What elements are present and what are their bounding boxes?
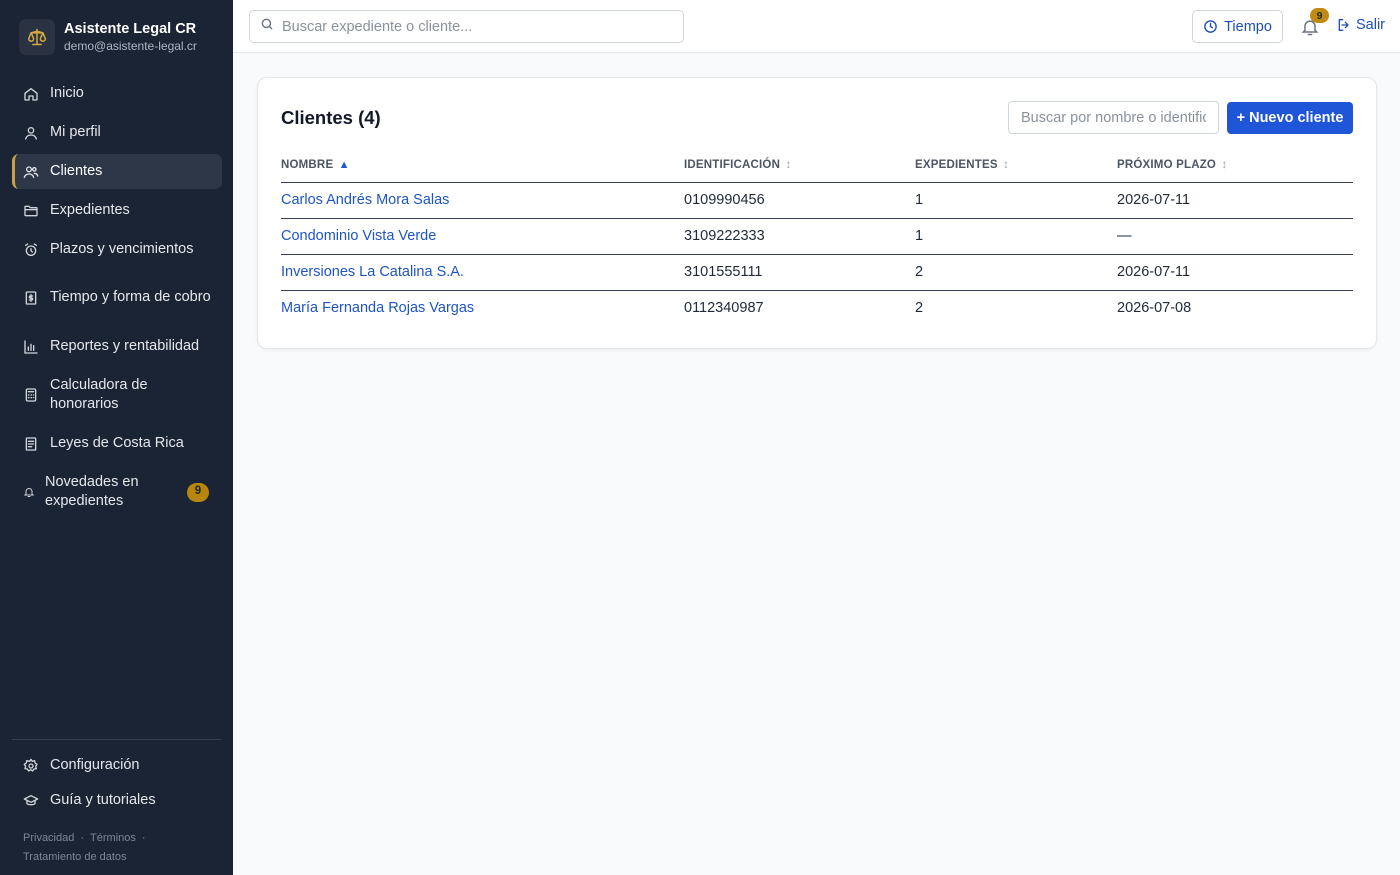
sidebar-item-label: Reportes y rentabilidad <box>50 337 200 354</box>
search-icon <box>260 17 274 36</box>
table-row: Inversiones La Catalina S.A. 3101555111 … <box>281 254 1353 291</box>
topbar: Tiempo 9 Salir <box>233 0 1400 53</box>
client-cases: 2 <box>915 254 1117 291</box>
sidebar-item-label: Novedades en expedientes <box>45 473 139 510</box>
scales-icon <box>19 19 55 55</box>
global-search[interactable] <box>249 10 684 43</box>
sidebar-item-label: Plazos y vencimientos <box>50 240 194 257</box>
home-icon <box>23 86 39 102</box>
gear-icon <box>23 758 39 774</box>
column-header-proximo-plazo[interactable]: PRÓXIMO PLAZO ↕ <box>1117 149 1353 183</box>
client-name-link[interactable]: Inversiones La Catalina S.A. <box>281 254 684 291</box>
table-row: Condominio Vista Verde 3109222333 1 — <box>281 218 1353 255</box>
sidebar-bottom-nav: Configuración Guía y tutoriales <box>12 748 222 818</box>
client-name-link[interactable]: María Fernanda Rojas Vargas <box>281 290 684 326</box>
sidebar-item-mi-perfil[interactable]: Mi perfil <box>12 115 222 150</box>
data-treatment-link[interactable]: Tratamiento de datos <box>23 851 127 863</box>
notification-badge: 9 <box>187 482 209 502</box>
sidebar-nav: Inicio Mi perfil Clientes Expedientes Pl… <box>12 76 222 523</box>
sidebar-item-label: Leyes de Costa Rica <box>50 434 184 451</box>
sidebar-item-novedades[interactable]: Novedades en expedientes 9 <box>12 465 222 519</box>
client-deadline: — <box>1117 218 1353 255</box>
client-id: 0109990456 <box>684 182 915 219</box>
sidebar-item-reportes[interactable]: Reportes y rentabilidad <box>12 329 222 364</box>
calculator-icon <box>23 387 39 403</box>
sort-icon: ↕ <box>782 159 792 172</box>
receipt-icon <box>23 290 39 306</box>
client-cases: 1 <box>915 218 1117 255</box>
client-deadline: 2026-07-11 <box>1117 182 1353 219</box>
alarm-clock-icon <box>23 242 39 258</box>
sidebar-item-leyes[interactable]: Leyes de Costa Rica <box>12 426 222 461</box>
table-row: María Fernanda Rojas Vargas 0112340987 2… <box>281 290 1353 326</box>
client-id: 3109222333 <box>684 218 915 255</box>
client-deadline: 2026-07-11 <box>1117 254 1353 291</box>
client-cases: 2 <box>915 300 924 317</box>
client-cases: 1 <box>915 182 1117 219</box>
brand-name: Asistente Legal CR <box>64 21 197 37</box>
sidebar-item-plazos[interactable]: Plazos y vencimientos <box>12 232 222 267</box>
time-button[interactable]: Tiempo <box>1192 10 1283 43</box>
sidebar-item-label: Clientes <box>50 162 103 179</box>
clients-table: NOMBRE ▲ IDENTIFICACIÓN ↕ EXPEDIENTES ↕ … <box>281 149 1353 326</box>
search-input[interactable] <box>282 18 662 35</box>
sidebar-item-label: Inicio <box>50 84 84 101</box>
sidebar-item-label: Expedientes <box>50 201 130 218</box>
sidebar-item-tiempo-cobro[interactable]: Tiempo y forma de cobro <box>12 271 222 325</box>
sidebar-item-inicio[interactable]: Inicio <box>12 76 222 111</box>
column-header-expedientes[interactable]: EXPEDIENTES ↕ <box>915 149 1117 183</box>
sidebar-item-label: Mi perfil <box>50 123 101 140</box>
sidebar: Asistente Legal CR demo@asistente-legal.… <box>0 0 233 875</box>
table-header-row: NOMBRE ▲ IDENTIFICACIÓN ↕ EXPEDIENTES ↕ … <box>281 149 1353 183</box>
sidebar-item-guia[interactable]: Guía y tutoriales <box>12 783 222 818</box>
table-row: Carlos Andrés Mora Salas 0109990456 1 20… <box>281 182 1353 219</box>
clock-icon <box>1204 20 1217 33</box>
sidebar-item-expedientes[interactable]: Expedientes <box>12 193 222 228</box>
brand: Asistente Legal CR demo@asistente-legal.… <box>19 19 197 55</box>
column-header-identificacion[interactable]: IDENTIFICACIÓN ↕ <box>684 149 915 183</box>
sort-ascending-icon: ▲ <box>335 159 350 172</box>
column-header-nombre[interactable]: NOMBRE ▲ <box>281 149 684 183</box>
bar-chart-icon <box>23 339 39 355</box>
client-name-link[interactable]: Condominio Vista Verde <box>281 218 684 255</box>
sidebar-item-label: Configuración <box>50 756 140 773</box>
sidebar-item-configuracion[interactable]: Configuración <box>12 748 222 783</box>
user-email: demo@asistente-legal.cr <box>64 39 197 53</box>
book-icon <box>23 436 39 452</box>
notification-count-badge: 9 <box>1310 8 1329 23</box>
sidebar-item-label: Calculadora de honorarios <box>50 376 148 413</box>
client-id: 0112340987 <box>684 300 764 317</box>
sidebar-item-clientes[interactable]: Clientes <box>12 154 222 189</box>
user-icon <box>23 125 39 141</box>
logout-label: Salir <box>1356 17 1386 33</box>
folder-icon <box>23 203 39 219</box>
footer-links: Privacidad · Términos · Tratamiento de dato… <box>23 832 146 863</box>
client-name-link[interactable]: Carlos Andrés Mora Salas <box>281 182 684 219</box>
graduation-cap-icon <box>23 793 39 809</box>
logout-icon <box>1338 19 1349 31</box>
time-button-label: Tiempo <box>1224 18 1272 35</box>
users-icon <box>23 164 39 180</box>
logout-button[interactable]: Salir <box>1336 17 1385 33</box>
page-title: Clientes (4) <box>281 107 381 128</box>
sidebar-item-calculadora[interactable]: Calculadora de honorarios <box>12 368 222 422</box>
sort-icon: ↕ <box>1218 159 1228 172</box>
client-search-input[interactable] <box>1008 101 1219 134</box>
new-client-button[interactable]: + Nuevo cliente <box>1227 102 1353 134</box>
terms-link[interactable]: Términos <box>90 832 136 844</box>
sidebar-item-label: Tiempo y forma de cobro <box>50 289 211 306</box>
sidebar-divider <box>12 739 221 740</box>
sort-icon: ↕ <box>999 159 1010 172</box>
bell-icon <box>23 484 35 500</box>
clients-card: Clientes (4) + Nuevo cliente NOMBRE ▲ ID… <box>257 77 1377 349</box>
client-id: 3101555111 <box>684 254 915 291</box>
sidebar-item-label: Guía y tutoriales <box>50 791 156 808</box>
privacy-link[interactable]: Privacidad <box>23 832 74 844</box>
client-deadline: 2026-07-08 <box>1117 300 1192 317</box>
